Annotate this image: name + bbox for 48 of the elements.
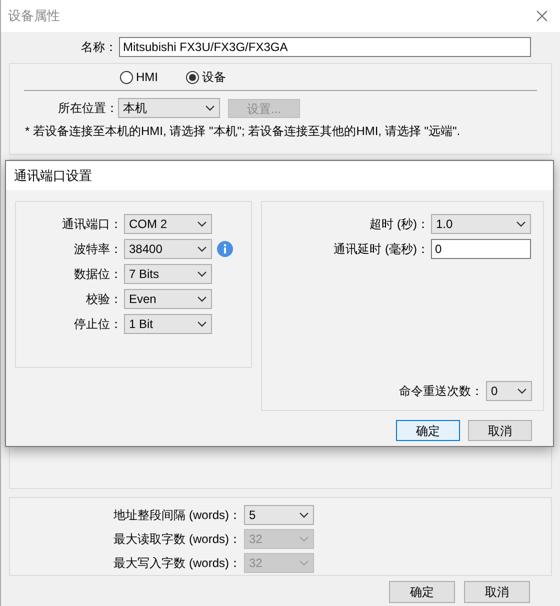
field-label: 地址整段间隔 (words)： <box>112 507 242 524</box>
delay-field[interactable]: 0 <box>431 239 531 259</box>
field-label: 通讯延时 (毫秒)： <box>332 241 430 258</box>
field-label: 最大读取字数 (words)： <box>112 531 242 548</box>
field-label: 数据位： <box>73 266 123 283</box>
dropdown[interactable]: 7 Bits <box>124 264 212 284</box>
field-label: 命令重送次数： <box>398 383 484 400</box>
chevron-down-icon <box>197 296 207 302</box>
note-text: * 若设备连接至本机的HMI, 请选择 "本机"; 若设备连接至其他的HMI, 请选择 "远端". <box>24 123 462 140</box>
radio-button[interactable] <box>120 70 133 84</box>
dialog-title: 通讯端口设置 <box>14 166 92 185</box>
dialog-button[interactable]: 确定 <box>389 581 455 603</box>
dialog-button[interactable]: 确定 <box>396 420 460 441</box>
field-label: 校验： <box>85 291 123 308</box>
field-label: 最大写入字数 (words)： <box>112 555 242 572</box>
chevron-down-icon <box>299 512 309 518</box>
chevron-down-icon <box>205 105 215 111</box>
chevron-down-icon <box>197 271 207 277</box>
field-label: 波特率： <box>73 241 123 258</box>
dropdown[interactable]: COM 2 <box>124 214 212 234</box>
chevron-down-icon <box>516 221 526 227</box>
info-icon[interactable] <box>217 241 233 257</box>
dialog-button[interactable]: 取消 <box>468 420 532 441</box>
dropdown[interactable]: 0 <box>486 381 532 401</box>
chevron-down-icon <box>197 246 207 252</box>
field-label: 所在位置： <box>57 100 118 117</box>
chevron-down-icon <box>197 221 207 227</box>
close-icon[interactable] <box>536 10 548 22</box>
chevron-down-icon <box>299 536 309 542</box>
dropdown[interactable]: 1 Bit <box>124 314 212 334</box>
field-label: 通讯端口： <box>61 216 123 233</box>
name-field[interactable]: Mitsubishi FX3U/FX3G/FX3GA <box>119 37 531 57</box>
chevron-down-icon <box>517 388 527 394</box>
dialog-button[interactable]: 取消 <box>464 581 530 603</box>
field-label: 名称： <box>80 39 117 56</box>
window-title: 设备属性 <box>8 7 60 26</box>
radio-label[interactable]: 设备 <box>202 68 226 86</box>
dropdown[interactable]: 5 <box>244 505 314 525</box>
field-label: 超时 (秒)： <box>368 216 430 233</box>
chevron-down-icon <box>299 560 309 566</box>
dropdown[interactable]: 38400 <box>124 239 212 259</box>
dropdown[interactable]: 1.0 <box>431 214 531 234</box>
radio-label[interactable]: HMI <box>136 68 158 86</box>
field-label: 停止位： <box>73 316 123 333</box>
chevron-down-icon <box>197 321 207 327</box>
dropdown[interactable]: 本机 <box>118 98 220 118</box>
radio-button[interactable] <box>186 70 199 84</box>
dropdown[interactable]: Even <box>124 289 212 309</box>
